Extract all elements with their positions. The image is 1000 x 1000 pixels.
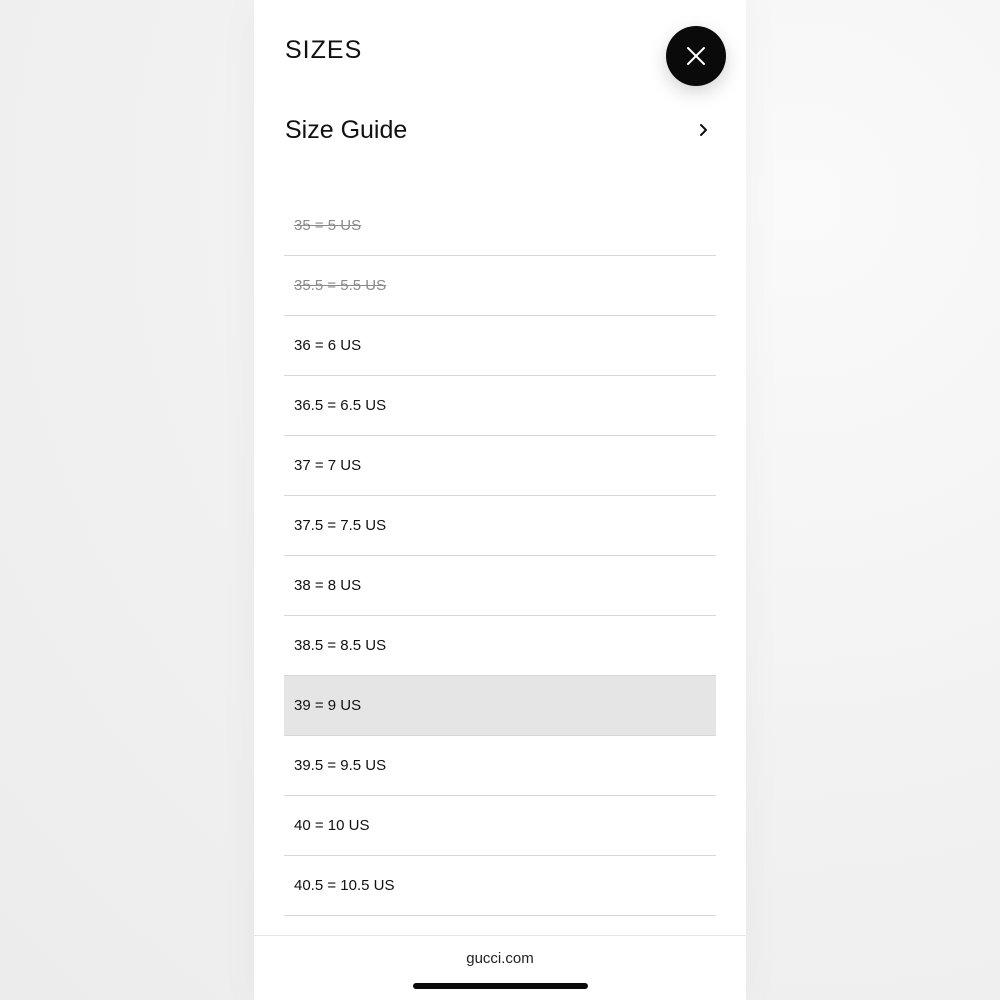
sizes-sheet: SIZES Size Guide 35 = 5 US 35.5 = 5.5 US… [254, 0, 746, 1000]
size-option-selected[interactable]: 39 = 9 US [284, 676, 716, 736]
size-option[interactable]: 35 = 5 US [284, 196, 716, 256]
size-option-label: 40.5 = 10.5 US [294, 877, 395, 894]
size-option-label: 40 = 10 US [294, 817, 370, 834]
size-option[interactable]: 39.5 = 9.5 US [284, 736, 716, 796]
size-option[interactable]: 37 = 7 US [284, 436, 716, 496]
size-option[interactable]: 40 = 10 US [284, 796, 716, 856]
chevron-right-icon [700, 124, 707, 136]
size-option-label: 39.5 = 9.5 US [294, 757, 387, 774]
size-guide-label: Size Guide [285, 116, 408, 144]
size-option[interactable]: 38 = 8 US [284, 556, 716, 616]
size-option[interactable]: 37.5 = 7.5 US [284, 496, 716, 556]
size-option-label: 39 = 9 US [294, 697, 362, 714]
size-option[interactable]: 36 = 6 US [284, 316, 716, 376]
size-option-label: 36 = 6 US [294, 337, 362, 354]
size-option[interactable]: 35.5 = 5.5 US [284, 256, 716, 316]
size-option-label: 37 = 7 US [294, 457, 362, 474]
size-option-label: 38 = 8 US [294, 577, 362, 594]
close-button[interactable] [666, 26, 726, 86]
size-option[interactable]: 40.5 = 10.5 US [284, 856, 716, 916]
home-indicator[interactable] [413, 983, 588, 989]
size-option-label: 37.5 = 7.5 US [294, 517, 387, 534]
close-icon [687, 47, 705, 65]
size-list: 35 = 5 US 35.5 = 5.5 US 36 = 6 US 36.5 =… [284, 196, 716, 916]
size-option[interactable]: 38.5 = 8.5 US [284, 616, 716, 676]
size-option-label: 35 = 5 US [294, 217, 362, 234]
size-option-label: 38.5 = 8.5 US [294, 637, 387, 654]
footer-domain: gucci.com [466, 950, 534, 967]
sheet-title: SIZES [285, 36, 363, 64]
size-option[interactable]: 36.5 = 6.5 US [284, 376, 716, 436]
size-guide-link[interactable]: Size Guide [285, 110, 715, 154]
footer-divider [254, 935, 746, 936]
size-option-label: 36.5 = 6.5 US [294, 397, 387, 414]
size-option-label: 35.5 = 5.5 US [294, 277, 387, 294]
